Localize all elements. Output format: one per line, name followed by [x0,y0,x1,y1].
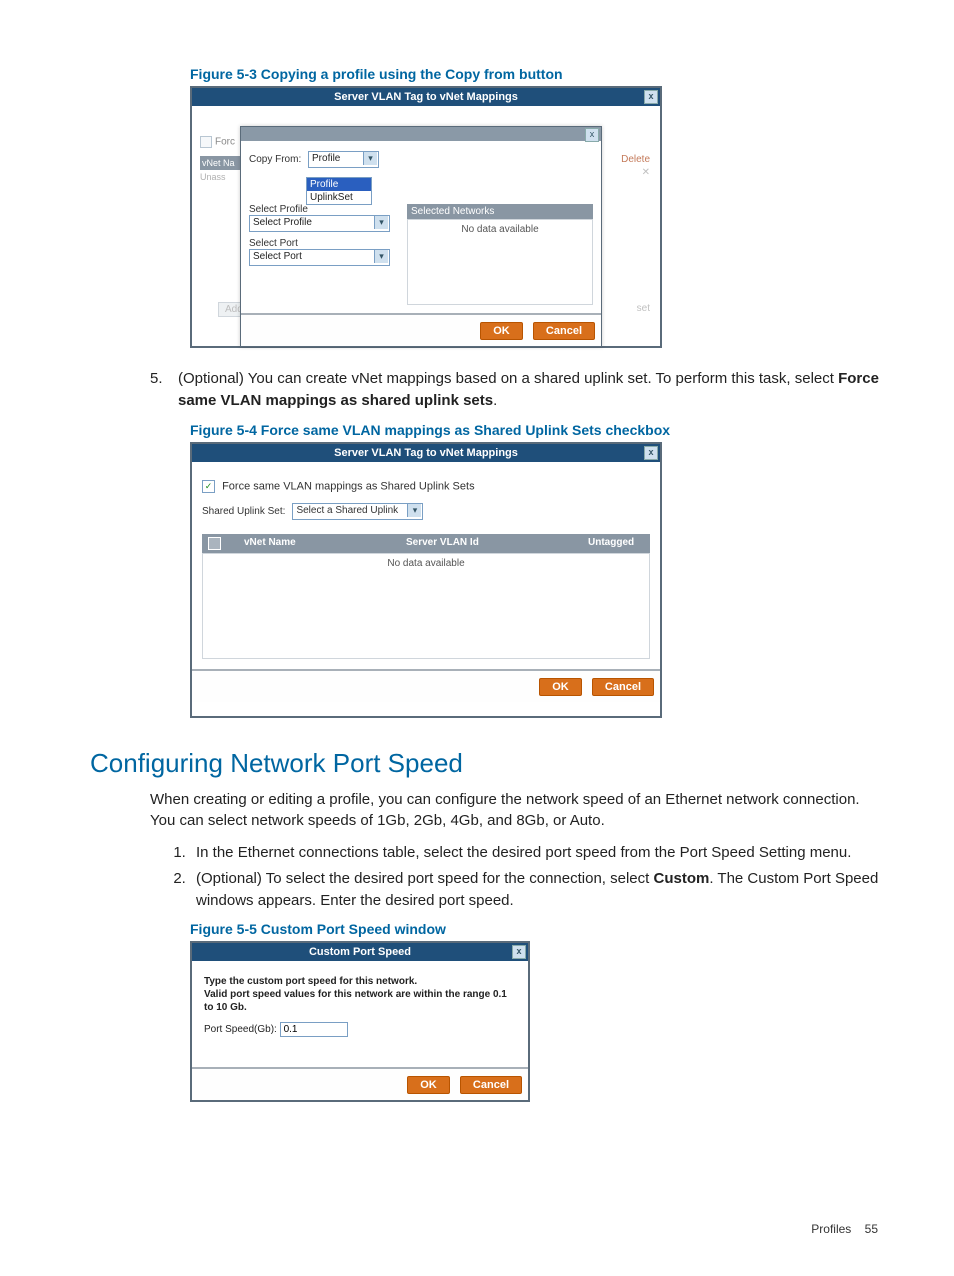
step-2b: Custom [654,870,710,887]
col-vnet-name: vNet Name [238,534,400,553]
fig54-table-body: No data available [202,553,650,659]
cancel-button[interactable]: Cancel [460,1076,522,1094]
selected-networks-header: Selected Networks [407,204,593,219]
force-partial-label: Forc [215,137,235,148]
figure-5-5-caption: Figure 5-5 Custom Port Speed window [190,921,884,937]
copy-from-inner-dialog: x Copy From: Profile Profile UplinkSet [240,126,602,347]
step-2a: (Optional) To select the desired port sp… [196,870,654,887]
fig53-dialog: Server VLAN Tag to vNet Mappings x Forc … [190,86,662,348]
step5-text-a: (Optional) You can create vNet mappings … [178,370,838,387]
section-heading: Configuring Network Port Speed [90,748,884,779]
close-icon[interactable]: x [644,446,658,460]
port-speed-input[interactable] [280,1022,348,1037]
fig53-title: Server VLAN Tag to vNet Mappings x [192,88,660,106]
close-icon[interactable]: x [512,945,526,959]
fig55-line1: Type the custom port speed for this netw… [204,975,516,988]
ok-button[interactable]: OK [539,678,582,696]
fig54-table-header: vNet Name Server VLAN Id Untagged [202,534,650,553]
select-profile-label: Select Profile [249,204,399,215]
fig55-line2: Valid port speed values for this network… [204,988,516,1014]
port-speed-label: Port Speed(Gb): [204,1024,277,1035]
page-footer: Profiles 55 [90,1222,884,1236]
fig54-title-text: Server VLAN Tag to vNet Mappings [334,447,518,459]
checkbox-icon [200,136,212,148]
shared-uplink-set-label: Shared Uplink Set: [202,506,285,517]
col-untagged: Untagged [582,534,650,553]
force-vlan-label: Force same VLAN mappings as Shared Uplin… [222,480,475,492]
close-icon[interactable]: x [585,128,599,142]
select-port-select[interactable]: Select Port [249,249,390,266]
fig55-dialog: Custom Port Speed x Type the custom port… [190,941,530,1102]
ok-button[interactable]: OK [407,1076,450,1094]
select-all-checkbox[interactable] [208,537,221,550]
footer-page: 55 [865,1222,878,1236]
delete-icon: ✕ [621,167,650,178]
delete-partial-label: Delete [621,154,650,165]
set-partial-label: set [637,303,650,314]
section-para1: When creating or editing a profile, you … [150,789,884,833]
copy-from-select[interactable]: Profile [308,151,379,168]
select-port-label: Select Port [249,238,399,249]
cancel-button[interactable]: Cancel [592,678,654,696]
ok-button[interactable]: OK [480,322,523,340]
figure-5-4-caption: Figure 5-4 Force same VLAN mappings as S… [190,422,884,438]
copy-from-dropdown-list[interactable]: Profile UplinkSet [306,177,372,205]
cancel-button[interactable]: Cancel [533,322,595,340]
close-icon[interactable]: x [644,90,658,104]
dropdown-option-uplinkset[interactable]: UplinkSet [307,191,371,204]
select-profile-select[interactable]: Select Profile [249,215,390,232]
step-1: In the Ethernet connections table, selec… [190,842,884,864]
step5-text-c: . [493,392,497,409]
step-2: (Optional) To select the desired port sp… [190,868,884,912]
selected-networks-body: No data available [407,219,593,305]
shared-uplink-set-select[interactable]: Select a Shared Uplink [292,503,423,520]
fig54-title: Server VLAN Tag to vNet Mappings x [192,444,660,462]
dropdown-option-profile[interactable]: Profile [307,178,371,191]
fig55-title-text: Custom Port Speed [309,946,411,958]
force-vlan-checkbox[interactable]: ✓ [202,480,215,493]
footer-label: Profiles [811,1222,851,1236]
col-server-vlan-id: Server VLAN Id [400,534,582,553]
fig53-title-text: Server VLAN Tag to vNet Mappings [334,91,518,103]
step-number-5: 5. [150,368,178,412]
figure-5-3-caption: Figure 5-3 Copying a profile using the C… [190,66,884,82]
fig55-title: Custom Port Speed x [192,943,528,961]
copy-from-label: Copy From: [249,154,301,165]
fig54-dialog: Server VLAN Tag to vNet Mappings x ✓ For… [190,442,662,718]
